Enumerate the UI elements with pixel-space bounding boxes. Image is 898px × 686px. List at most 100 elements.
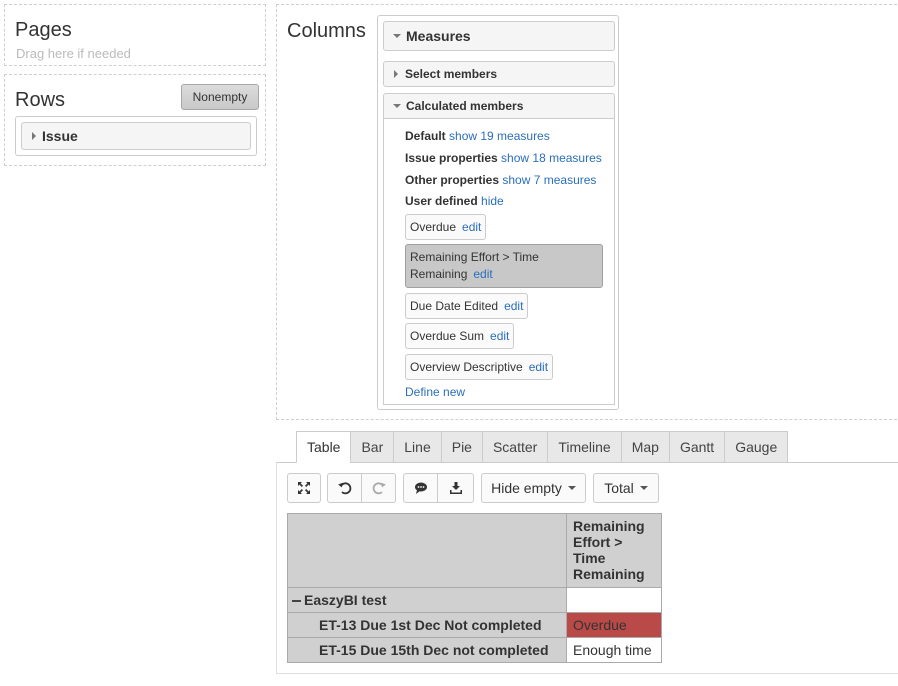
- edit-link[interactable]: edit: [490, 329, 509, 343]
- group-default: Default show 19 measures: [405, 129, 550, 143]
- caret-right-icon[interactable]: [32, 132, 36, 140]
- pages-title: Pages: [15, 19, 72, 41]
- cell-value: Overdue: [566, 612, 662, 638]
- group-issue-properties: Issue properties show 18 measures: [405, 151, 602, 165]
- table-row: EaszyBI test: [287, 587, 662, 613]
- group-label: User defined: [405, 194, 478, 208]
- measure-name: Overview Descriptive: [410, 360, 523, 374]
- group-label: Default: [405, 129, 446, 143]
- rows-container: Issue: [15, 116, 257, 156]
- measure-name-line2: Remaining: [410, 267, 468, 281]
- measure-remaining-effort[interactable]: Remaining Effort > Time Remaining edit: [405, 244, 603, 288]
- group-other-properties: Other properties show 7 measures: [405, 173, 596, 187]
- calculated-members-label: Calculated members: [406, 99, 524, 113]
- comment-icon: [414, 482, 427, 494]
- define-new-row: Define new: [405, 385, 465, 399]
- group-row-header[interactable]: EaszyBI test: [287, 587, 567, 613]
- header-line: Remaining: [573, 518, 645, 534]
- group-user-defined: User defined hide: [405, 194, 504, 208]
- measures-panel: Measures Select members Calculated membe…: [377, 15, 619, 410]
- table-row: ET-15 Due 15th Dec not completed Enough …: [287, 637, 662, 663]
- tab-line[interactable]: Line: [393, 431, 441, 463]
- measure-name: Due Date Edited: [410, 299, 499, 313]
- view-tabs: Table Bar Line Pie Scatter Timeline Map …: [296, 431, 789, 463]
- columns-title: Columns: [287, 20, 366, 42]
- table-header-row: Remaining Effort > Time Remaining: [287, 513, 662, 588]
- hide-empty-dropdown[interactable]: Hide empty: [481, 473, 586, 503]
- group-label: Other properties: [405, 173, 500, 187]
- edit-link[interactable]: edit: [462, 220, 481, 234]
- pages-hint: Drag here if needed: [16, 46, 131, 61]
- edit-link[interactable]: edit: [504, 299, 523, 313]
- caret-down-icon: [393, 104, 401, 108]
- measures-header-label: Measures: [406, 28, 471, 44]
- hide-user-defined-link[interactable]: hide: [481, 194, 504, 208]
- calculated-members-body: Default show 19 measures Issue propertie…: [383, 119, 615, 405]
- expand-icon: [298, 482, 310, 494]
- measures-header[interactable]: Measures: [383, 21, 615, 51]
- edit-link[interactable]: edit: [473, 267, 492, 281]
- caret-right-icon: [394, 70, 398, 78]
- nonempty-button[interactable]: Nonempty: [181, 84, 259, 110]
- header-line: Time: [573, 550, 606, 566]
- content-bottom-border: [276, 673, 898, 674]
- measure-overdue[interactable]: Overdue edit: [405, 214, 487, 240]
- column-header-remaining-effort[interactable]: Remaining Effort > Time Remaining: [566, 513, 662, 588]
- total-label: Total: [604, 480, 634, 496]
- issue-dimension-chip[interactable]: Issue: [21, 122, 251, 150]
- row-header[interactable]: ET-15 Due 15th Dec not completed: [287, 637, 567, 663]
- tab-pie[interactable]: Pie: [440, 431, 482, 463]
- tab-timeline[interactable]: Timeline: [547, 431, 621, 463]
- rows-dropzone[interactable]: Rows Nonempty Issue: [4, 74, 266, 166]
- hide-empty-label: Hide empty: [491, 480, 562, 496]
- header-corner: [287, 513, 567, 588]
- group-row-label: EaszyBI test: [304, 592, 387, 608]
- group-label: Issue properties: [405, 151, 498, 165]
- row-header[interactable]: ET-13 Due 1st Dec Not completed: [287, 612, 567, 638]
- measure-overdue-sum[interactable]: Overdue Sum edit: [405, 323, 515, 349]
- tab-map[interactable]: Map: [620, 431, 669, 463]
- caret-down-icon: [639, 486, 648, 490]
- select-members-header[interactable]: Select members: [383, 61, 615, 87]
- tab-gantt[interactable]: Gantt: [668, 431, 725, 463]
- result-table: Remaining Effort > Time Remaining EaszyB…: [287, 513, 662, 663]
- caret-down-icon: [567, 486, 576, 490]
- tab-bar[interactable]: Bar: [350, 431, 394, 463]
- measure-name: Overdue: [410, 220, 457, 234]
- select-members-label: Select members: [405, 67, 498, 81]
- table-row: ET-13 Due 1st Dec Not completed Overdue: [287, 612, 662, 638]
- total-dropdown[interactable]: Total: [593, 473, 659, 503]
- redo-button[interactable]: [362, 473, 396, 503]
- edit-link[interactable]: edit: [529, 360, 548, 374]
- tab-table[interactable]: Table: [296, 431, 351, 463]
- tab-gauge[interactable]: Gauge: [724, 431, 789, 463]
- group-row-value: [566, 587, 662, 613]
- tab-scatter[interactable]: Scatter: [481, 431, 548, 463]
- comment-button[interactable]: [403, 473, 438, 503]
- caret-down-icon: [393, 34, 401, 38]
- measure-due-date-edited[interactable]: Due Date Edited edit: [405, 293, 529, 319]
- rows-title: Rows: [15, 89, 66, 111]
- define-new-link[interactable]: Define new: [405, 385, 465, 399]
- calculated-members-header[interactable]: Calculated members: [383, 93, 615, 119]
- show-issue-properties-link[interactable]: show 18 measures: [501, 151, 602, 165]
- fullscreen-button[interactable]: [287, 473, 321, 503]
- content-left-border: [276, 462, 277, 674]
- measure-name-line1: Remaining Effort > Time: [410, 250, 539, 264]
- show-default-link[interactable]: show 19 measures: [449, 129, 550, 143]
- undo-button[interactable]: [327, 473, 362, 503]
- undo-icon: [337, 482, 351, 495]
- pages-dropzone[interactable]: Pages Drag here if needed: [4, 4, 266, 66]
- cell-value: Enough time: [566, 637, 662, 663]
- measure-overview-descriptive[interactable]: Overview Descriptive edit: [405, 354, 554, 380]
- columns-dropzone[interactable]: Columns Measures Select members Calculat…: [276, 4, 898, 420]
- redo-icon: [372, 482, 386, 495]
- header-line: Effort >: [573, 534, 623, 550]
- show-other-properties-link[interactable]: show 7 measures: [502, 173, 596, 187]
- measure-name-line2-wrap: Remaining edit: [410, 266, 493, 283]
- measure-name: Overdue Sum: [410, 329, 485, 343]
- export-button[interactable]: [438, 473, 474, 503]
- header-line: Remaining: [573, 566, 645, 582]
- dimension-label: Issue: [42, 128, 78, 144]
- collapse-icon[interactable]: [292, 600, 301, 603]
